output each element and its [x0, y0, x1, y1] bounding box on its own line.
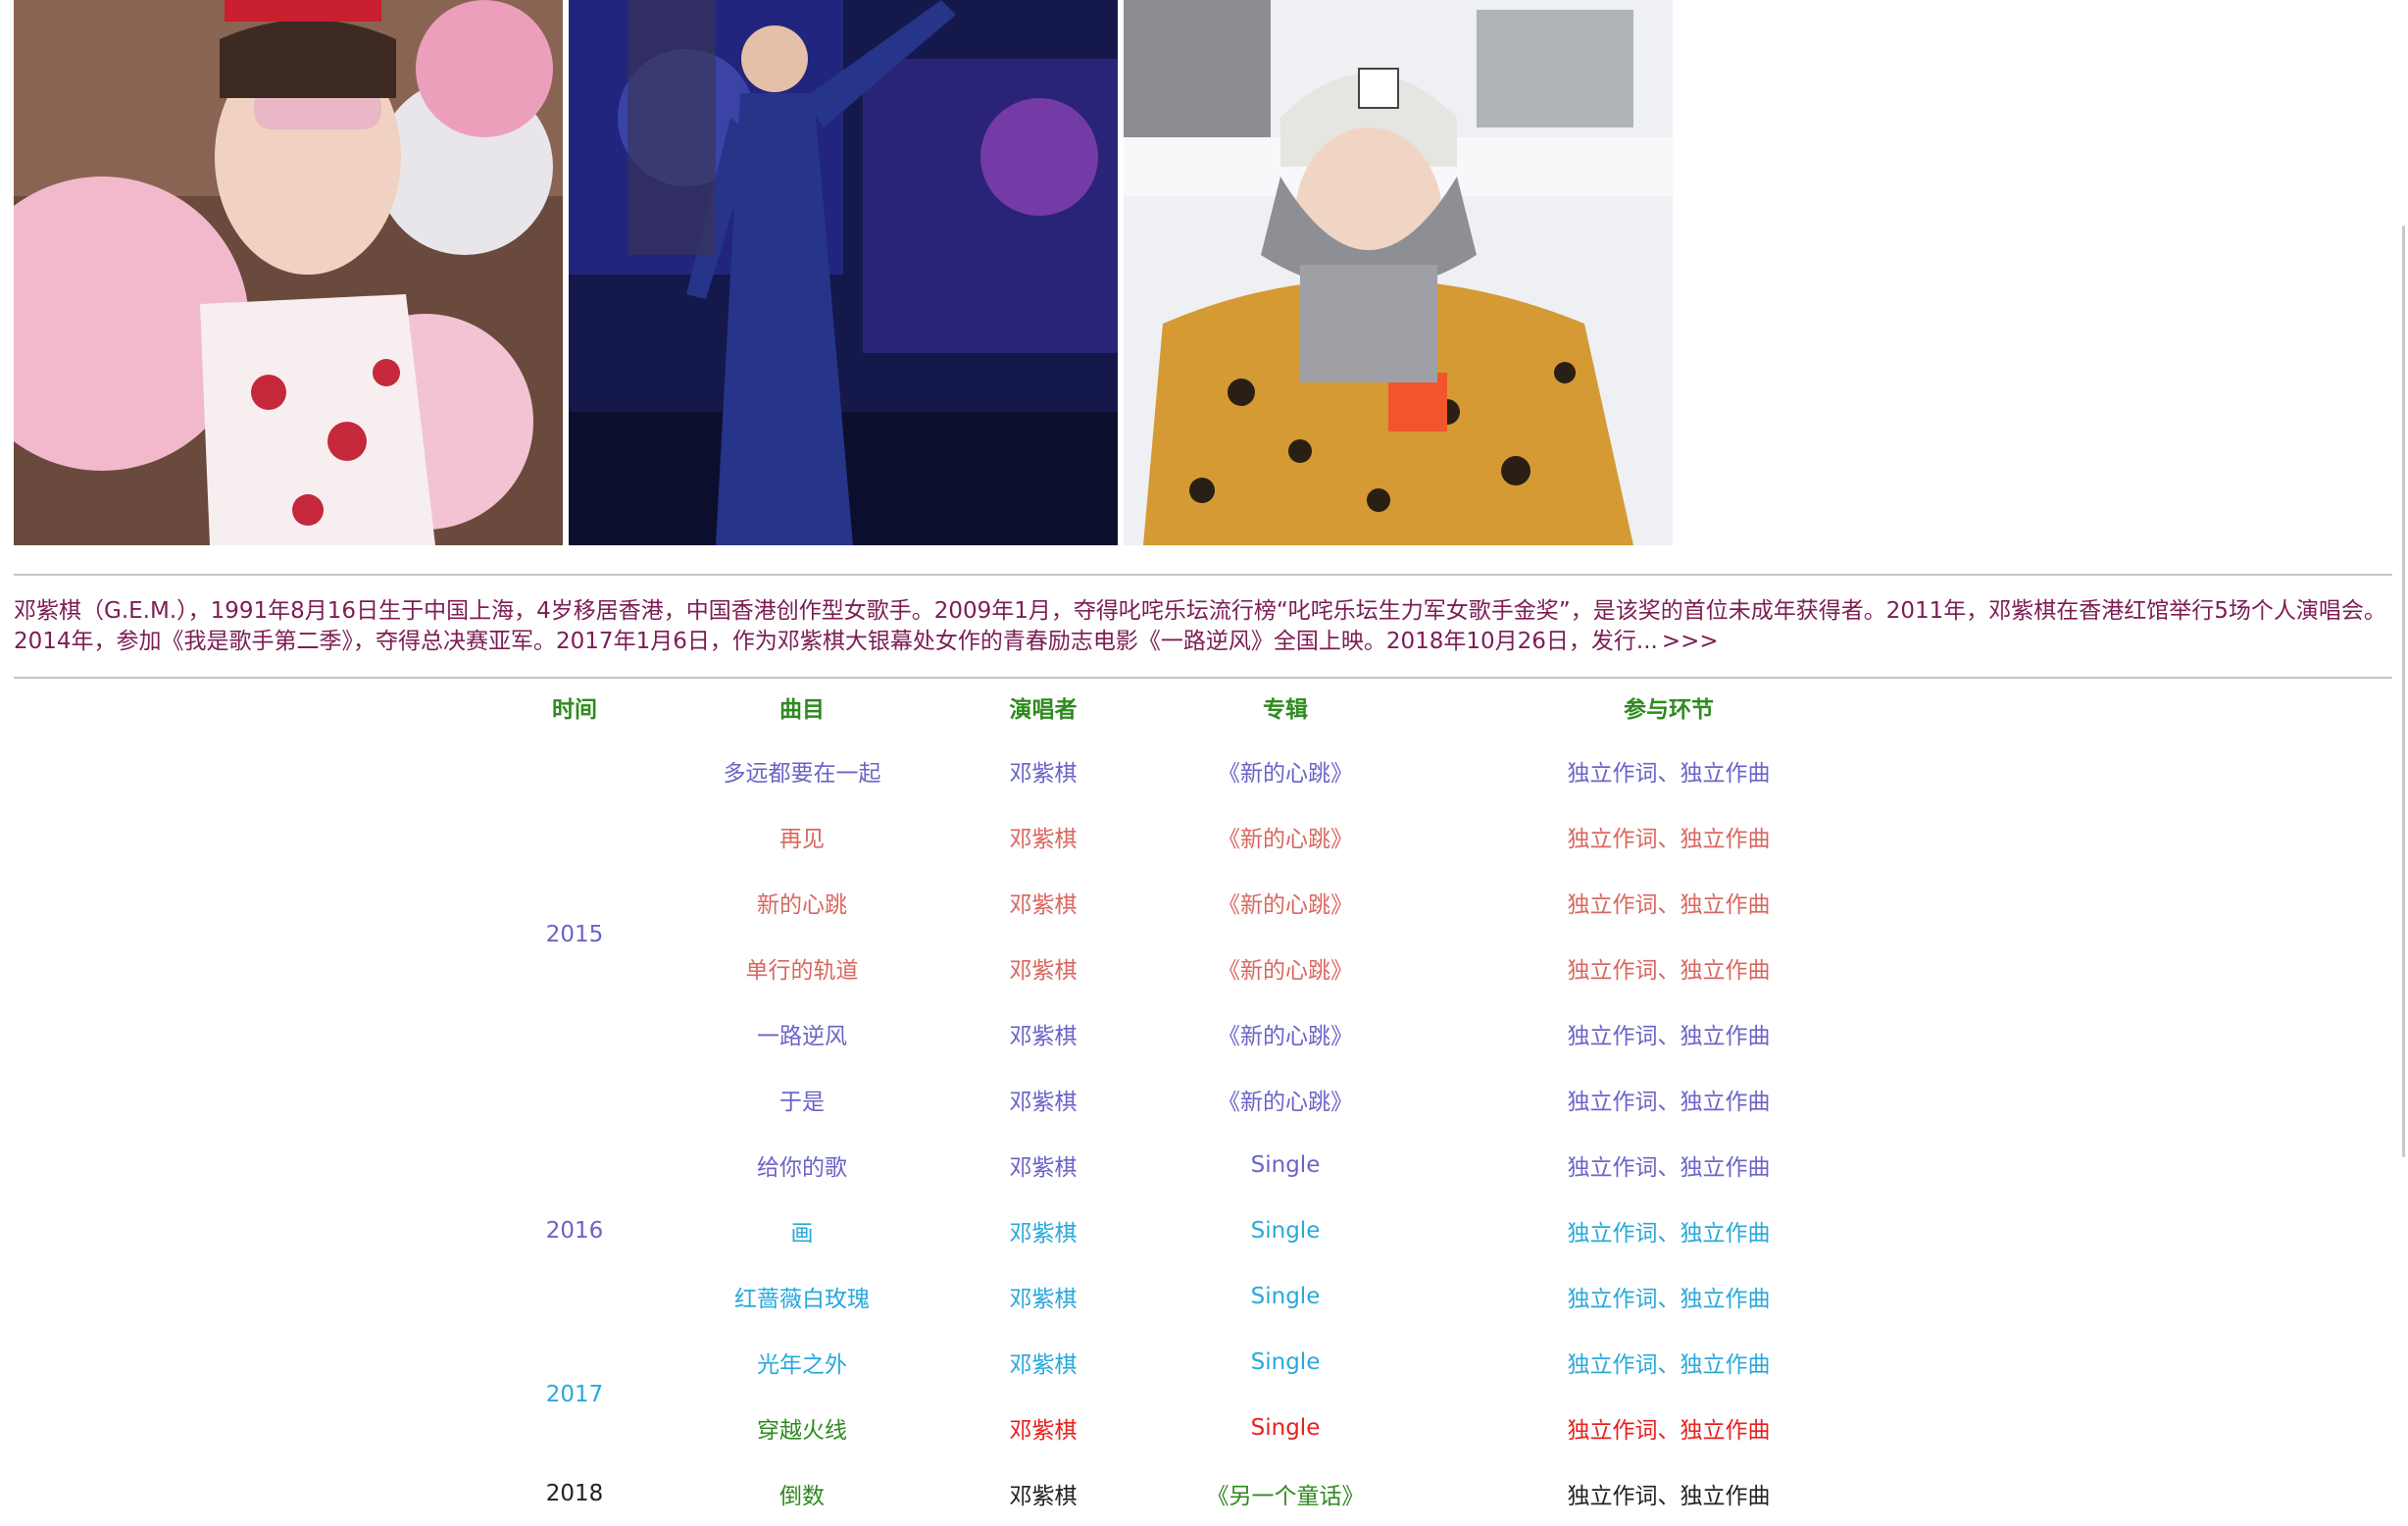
- table-row: 2018 倒数 邓紫棋 《另一个童话》 独立作词、独立作曲: [510, 1460, 1888, 1526]
- table-row: 2017 光年之外 邓紫棋 Single 独立作词、独立作曲: [510, 1329, 1888, 1408]
- role-cell: 独立作词、独立作曲: [1567, 891, 1771, 918]
- role-cell: 独立作词、独立作曲: [1567, 1286, 1771, 1312]
- photo-snow[interactable]: [1124, 0, 1673, 545]
- year-cell-2017: 2017: [545, 1382, 604, 1407]
- song-cell[interactable]: 一路逆风: [639, 1000, 965, 1066]
- artist-intro: 邓紫棋（G.E.M.），1991年8月16日生于中国上海，4岁移居香港，中国香港…: [14, 596, 2396, 657]
- album-cell[interactable]: 《新的心跳》: [1122, 1066, 1449, 1132]
- role-cell: 独立作词、独立作曲: [1567, 826, 1771, 852]
- artist-intro-text: 邓紫棋（G.E.M.），1991年8月16日生于中国上海，4岁移居香港，中国香港…: [14, 598, 2386, 654]
- singer-cell: 邓紫棋: [1009, 1417, 1078, 1444]
- role-cell: 独立作词、独立作曲: [1567, 1220, 1771, 1246]
- album-cell[interactable]: Single: [1122, 1197, 1449, 1263]
- singer-cell: 邓紫棋: [1009, 1286, 1078, 1312]
- song-cell[interactable]: 倒数: [639, 1460, 965, 1526]
- singer-cell: 邓紫棋: [1009, 1023, 1078, 1049]
- role-cell: 独立作词、独立作曲: [1567, 1483, 1771, 1509]
- singer-cell: 邓紫棋: [1009, 1483, 1078, 1509]
- album-cell[interactable]: 《新的心跳》: [1122, 869, 1449, 935]
- song-cell[interactable]: 穿越火线: [639, 1395, 965, 1460]
- table-row: 单行的轨道 邓紫棋 《新的心跳》 独立作词、独立作曲: [510, 935, 1888, 1000]
- album-cell[interactable]: 《新的心跳》: [1122, 803, 1449, 869]
- song-cell[interactable]: 新的心跳: [639, 869, 965, 935]
- album-cell[interactable]: 《新的心跳》: [1122, 738, 1449, 803]
- table-row: 再见 邓紫棋 《新的心跳》 独立作词、独立作曲: [510, 803, 1888, 869]
- table-row: 新的心跳 邓紫棋 《新的心跳》 独立作词、独立作曲: [510, 869, 1888, 935]
- scrollbar[interactable]: [2394, 0, 2408, 1525]
- table-header-row: 时间 曲目 演唱者 专辑 参与环节: [510, 683, 1888, 738]
- singer-cell: 邓紫棋: [1009, 1154, 1078, 1181]
- role-cell: 独立作词、独立作曲: [1567, 760, 1771, 787]
- album-cell[interactable]: 《另一个童话》: [1122, 1460, 1449, 1526]
- table-row: 画 邓紫棋 Single 独立作词、独立作曲: [510, 1197, 1888, 1263]
- year-cell-2016: 2016: [545, 1217, 604, 1244]
- album-cell[interactable]: Single: [1122, 1395, 1449, 1460]
- song-cell[interactable]: 红蔷薇白玫瑰: [639, 1263, 965, 1329]
- role-cell: 独立作词、独立作曲: [1567, 1023, 1771, 1049]
- table-row: 2016 给你的歌 邓紫棋 Single 独立作词、独立作曲: [510, 1132, 1888, 1244]
- read-more-link[interactable]: >>>: [1662, 629, 1719, 654]
- song-table: 时间 曲目 演唱者 专辑 参与环节 2015 多远都要在一起 邓紫棋 《新的心跳…: [510, 683, 1888, 1526]
- header-album: 专辑: [1263, 697, 1308, 723]
- role-cell: 独立作词、独立作曲: [1567, 1417, 1771, 1444]
- role-cell: 独立作词、独立作曲: [1567, 1089, 1771, 1115]
- song-cell[interactable]: 光年之外: [639, 1329, 965, 1395]
- photo-stage[interactable]: [569, 0, 1118, 545]
- scrollbar-thumb[interactable]: [2402, 226, 2405, 1157]
- divider-top: [14, 574, 2392, 576]
- header-role: 参与环节: [1624, 697, 1714, 723]
- year-cell-2018: 2018: [545, 1480, 604, 1506]
- table-row: 穿越火线 邓紫棋 Single 独立作词、独立作曲: [510, 1395, 1888, 1460]
- table-row: 红蔷薇白玫瑰 邓紫棋 Single 独立作词、独立作曲: [510, 1263, 1888, 1329]
- divider-bottom: [14, 677, 2392, 679]
- singer-cell: 邓紫棋: [1009, 1220, 1078, 1246]
- song-cell[interactable]: 多远都要在一起: [639, 738, 965, 803]
- table-row: 一路逆风 邓紫棋 《新的心跳》 独立作词、独立作曲: [510, 1000, 1888, 1066]
- singer-cell: 邓紫棋: [1009, 891, 1078, 918]
- photo-balloons[interactable]: [14, 0, 563, 545]
- header-song: 曲目: [779, 697, 825, 723]
- song-cell[interactable]: 单行的轨道: [639, 935, 965, 1000]
- singer-cell: 邓紫棋: [1009, 760, 1078, 787]
- singer-cell: 邓紫棋: [1009, 1089, 1078, 1115]
- header-singer: 演唱者: [1009, 697, 1078, 723]
- song-cell[interactable]: 于是: [639, 1066, 965, 1132]
- header-year: 时间: [552, 697, 597, 723]
- song-cell[interactable]: 再见: [639, 803, 965, 869]
- singer-cell: 邓紫棋: [1009, 826, 1078, 852]
- song-cell[interactable]: 画: [639, 1197, 965, 1263]
- table-row: 于是 邓紫棋 《新的心跳》 独立作词、独立作曲: [510, 1066, 1888, 1132]
- album-cell[interactable]: 《新的心跳》: [1122, 935, 1449, 1000]
- photo-snow-image: [1124, 0, 1673, 545]
- album-cell[interactable]: Single: [1122, 1263, 1449, 1329]
- role-cell: 独立作词、独立作曲: [1567, 1351, 1771, 1378]
- role-cell: 独立作词、独立作曲: [1567, 957, 1771, 984]
- singer-cell: 邓紫棋: [1009, 957, 1078, 984]
- role-cell: 独立作词、独立作曲: [1567, 1154, 1771, 1181]
- song-cell[interactable]: 给你的歌: [639, 1132, 965, 1197]
- table-row: 2015 多远都要在一起 邓紫棋 《新的心跳》 独立作词、独立作曲: [510, 738, 1888, 948]
- album-cell[interactable]: Single: [1122, 1132, 1449, 1197]
- photo-balloons-image: [14, 0, 563, 545]
- year-cell-2015: 2015: [545, 922, 604, 947]
- singer-cell: 邓紫棋: [1009, 1351, 1078, 1378]
- album-cell[interactable]: Single: [1122, 1329, 1449, 1395]
- photo-stage-image: [569, 0, 1118, 545]
- album-cell[interactable]: 《新的心跳》: [1122, 1000, 1449, 1066]
- photo-gallery: [14, 0, 1673, 545]
